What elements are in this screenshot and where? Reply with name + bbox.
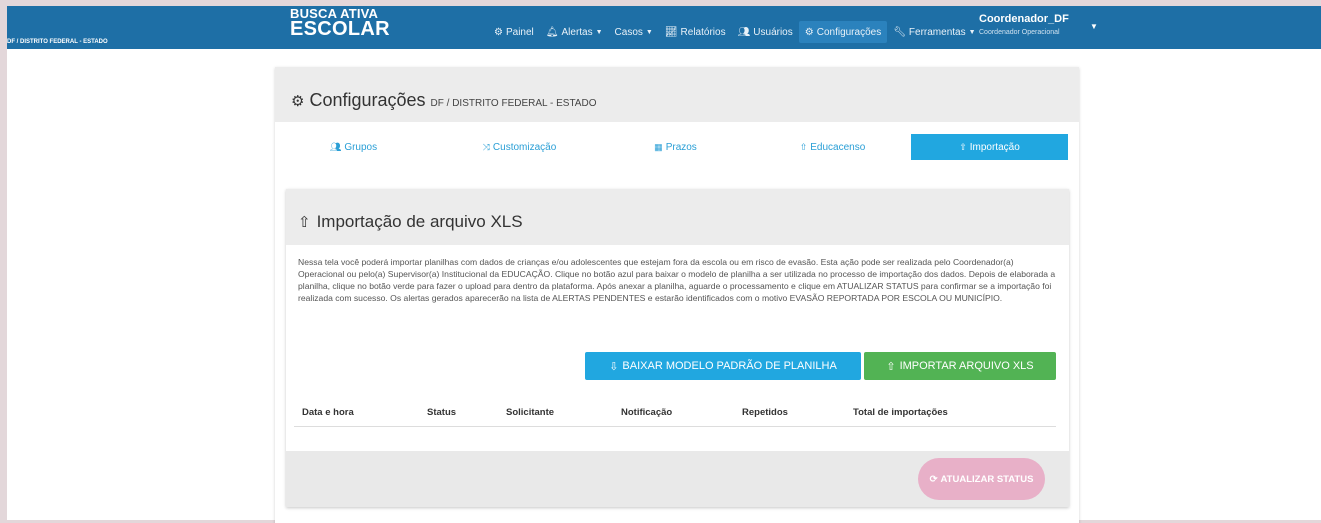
column-header: Notificação [621,407,673,418]
column-header: Status [427,407,457,418]
upload-icon: ⇧ [886,360,896,373]
nav-item-label: Casos [614,26,643,38]
column-header: Total de importações [853,407,948,418]
nav-item-alertas[interactable]: 🔔︎ Alertas ▼ [540,21,609,43]
nav-item-relatorios[interactable]: 📈︎ Relatórios [659,21,732,43]
gear-icon: ⚙ [291,93,305,110]
page-title-text: Configurações [309,90,426,110]
main-nav: ⚙ Painel 🔔︎ Alertas ▼ Casos ▼ 📈︎ Relatór… [488,21,982,43]
caret-down-icon: ▼ [968,28,976,36]
nav-item-configuracoes[interactable]: ⚙ Configurações [798,21,888,43]
upload-icon: ⇧ [959,141,967,152]
nav-item-casos[interactable]: Casos ▼ [609,21,659,43]
nav-item-painel[interactable]: ⚙ Painel [488,21,540,43]
tab-importacao[interactable]: ⇧ Importação [911,134,1068,160]
bell-icon: 🔔︎ [545,26,559,38]
settings-panel: ⚙ Configurações DF / DISTRITO FEDERAL - … [275,67,1079,523]
import-header: ⇧ Importação de arquivo XLS [286,189,1069,245]
nav-item-label: Alertas [561,26,593,38]
tab-label: Grupos [344,141,378,153]
chart-icon: 📈︎ [664,26,678,38]
tab-label: Customização [492,141,557,153]
tab-label: Educacenso [810,141,866,153]
nav-item-label: Configurações [816,26,882,38]
tab-prazos[interactable]: ▦ Prazos [597,134,754,160]
user-name: Coordenador_DF [979,13,1069,25]
users-icon: 👥︎ [737,26,751,38]
nav-item-label: Ferramentas [908,26,966,38]
nav-item-label: Painel [505,26,534,38]
refresh-icon: ⟳ [929,473,938,485]
window-frame-left [0,0,7,523]
import-footer: ⟳ ATUALIZAR STATUS [286,451,1069,507]
import-xls-button[interactable]: ⇧ IMPORTAR ARQUIVO XLS [864,352,1056,380]
shuffle-icon: ⤨ [482,141,490,152]
column-header: Data e hora [302,407,354,418]
download-template-label: BAIXAR MODELO PADRÃO DE PLANILHA [622,360,837,372]
top-navbar: BUSCA ATIVA ESCOLAR DF / DISTRITO FEDERA… [7,6,1321,49]
caret-down-icon: ▼ [645,28,653,36]
refresh-status-button[interactable]: ⟳ ATUALIZAR STATUS [918,458,1045,500]
brand-region: DF / DISTRITO FEDERAL - ESTADO [7,39,108,45]
calendar-icon: ▦ [654,141,663,152]
download-template-button[interactable]: ⇩ BAIXAR MODELO PADRÃO DE PLANILHA [585,352,861,380]
import-panel: ⇧ Importação de arquivo XLS Nessa tela v… [286,189,1069,507]
user-menu[interactable]: Coordenador_DF Coordenador Operacional [979,13,1069,36]
refresh-status-label: ATUALIZAR STATUS [940,473,1034,485]
caret-down-icon: ▼ [595,28,603,36]
user-role: Coordenador Operacional [979,29,1060,36]
nav-item-ferramentas[interactable]: 🔧︎ Ferramentas ▼ [887,21,981,43]
download-icon: ⇩ [609,360,619,373]
tab-label: Prazos [665,141,697,153]
imports-table-header: Data e hora Status Solicitante Notificaç… [294,407,1056,427]
import-title: ⇧ Importação de arquivo XLS [298,212,523,232]
tab-grupos[interactable]: 👥︎ Grupos [275,134,432,160]
settings-header: ⚙ Configurações DF / DISTRITO FEDERAL - … [275,67,1079,122]
tab-label: Importação [969,141,1020,153]
page-title: ⚙ Configurações DF / DISTRITO FEDERAL - … [291,90,596,111]
column-header: Repetidos [742,407,788,418]
nav-item-label: Usuários [753,26,793,38]
gear-icon: ⚙ [804,26,814,38]
wrench-icon: 🔧︎ [893,26,906,38]
import-description: Nessa tela você poderá importar planilha… [298,257,1056,303]
users-icon: 👥︎ [329,141,342,152]
upload-icon: ⇧ [799,141,808,152]
tab-customizacao[interactable]: ⤨ Customização [441,134,598,160]
import-title-text: Importação de arquivo XLS [316,212,523,231]
tab-educacenso[interactable]: ⇧ Educacenso [754,134,911,160]
caret-down-icon[interactable]: ▼ [1090,22,1098,31]
column-header: Solicitante [506,407,555,418]
nav-item-usuarios[interactable]: 👥︎ Usuários [732,21,799,43]
nav-item-label: Relatórios [680,26,726,38]
dashboard-icon: ⚙ [494,26,503,38]
page-subtitle: DF / DISTRITO FEDERAL - ESTADO [430,98,597,109]
settings-tabs: 👥︎ Grupos ⤨ Customização ▦ Prazos ⇧ Educ… [275,134,1079,160]
import-xls-label: IMPORTAR ARQUIVO XLS [899,360,1034,372]
brand-title-main: ESCOLAR [290,18,390,40]
upload-icon: ⇧ [298,214,311,231]
